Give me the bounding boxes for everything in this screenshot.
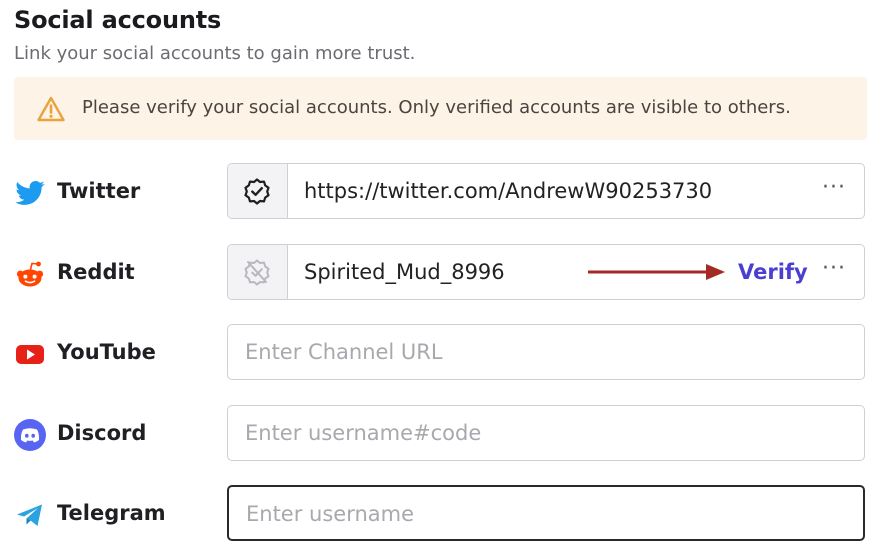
more-options-icon[interactable]: ···: [822, 258, 846, 280]
account-row-telegram: Telegram Enter username: [0, 485, 889, 545]
platform-label-twitter: Twitter: [57, 179, 141, 203]
account-row-twitter: Twitter https://twitter.com/AndrewW90253…: [0, 163, 889, 223]
unverified-badge: [228, 245, 288, 299]
more-options-icon[interactable]: ···: [822, 177, 846, 199]
youtube-placeholder: Enter Channel URL: [245, 340, 443, 364]
account-row-reddit: Reddit Spirited_Mud_8996 Verify ···: [0, 244, 889, 304]
youtube-play-icon: [14, 338, 46, 370]
page-subtitle: Link your social accounts to gain more t…: [14, 43, 416, 64]
unverified-badge-icon: [244, 259, 270, 286]
twitter-url-value[interactable]: https://twitter.com/AndrewW90253730: [304, 179, 712, 203]
telegram-placeholder: Enter username: [246, 502, 415, 526]
reddit-field[interactable]: Spirited_Mud_8996 Verify ···: [227, 244, 865, 300]
discord-username-input[interactable]: Enter username#code: [227, 405, 865, 461]
verify-button[interactable]: Verify: [738, 260, 808, 284]
arrow-right-icon: [588, 262, 726, 286]
telegram-username-input[interactable]: Enter username: [227, 485, 865, 541]
twitter-field[interactable]: https://twitter.com/AndrewW90253730 ···: [227, 163, 865, 219]
discord-placeholder: Enter username#code: [245, 421, 482, 445]
verified-badge: [228, 164, 288, 218]
platform-label-telegram: Telegram: [57, 501, 166, 525]
warning-triangle-icon: [37, 96, 65, 122]
reddit-username-value[interactable]: Spirited_Mud_8996: [304, 260, 505, 284]
youtube-channel-input[interactable]: Enter Channel URL: [227, 324, 865, 380]
verification-notice: Please verify your social accounts. Only…: [14, 77, 867, 140]
account-row-discord: Discord Enter username#code: [0, 405, 889, 465]
platform-label-reddit: Reddit: [57, 260, 135, 284]
platform-label-youtube: YouTube: [57, 340, 156, 364]
telegram-plane-icon: [14, 499, 46, 531]
twitter-bird-icon: [14, 177, 46, 209]
reddit-alien-icon: [14, 258, 46, 290]
platform-label-discord: Discord: [57, 421, 147, 445]
account-row-youtube: YouTube Enter Channel URL: [0, 324, 889, 384]
page-title: Social accounts: [14, 6, 222, 34]
verified-badge-icon: [244, 178, 270, 205]
discord-icon: [14, 419, 46, 451]
notice-text: Please verify your social accounts. Only…: [82, 97, 791, 118]
